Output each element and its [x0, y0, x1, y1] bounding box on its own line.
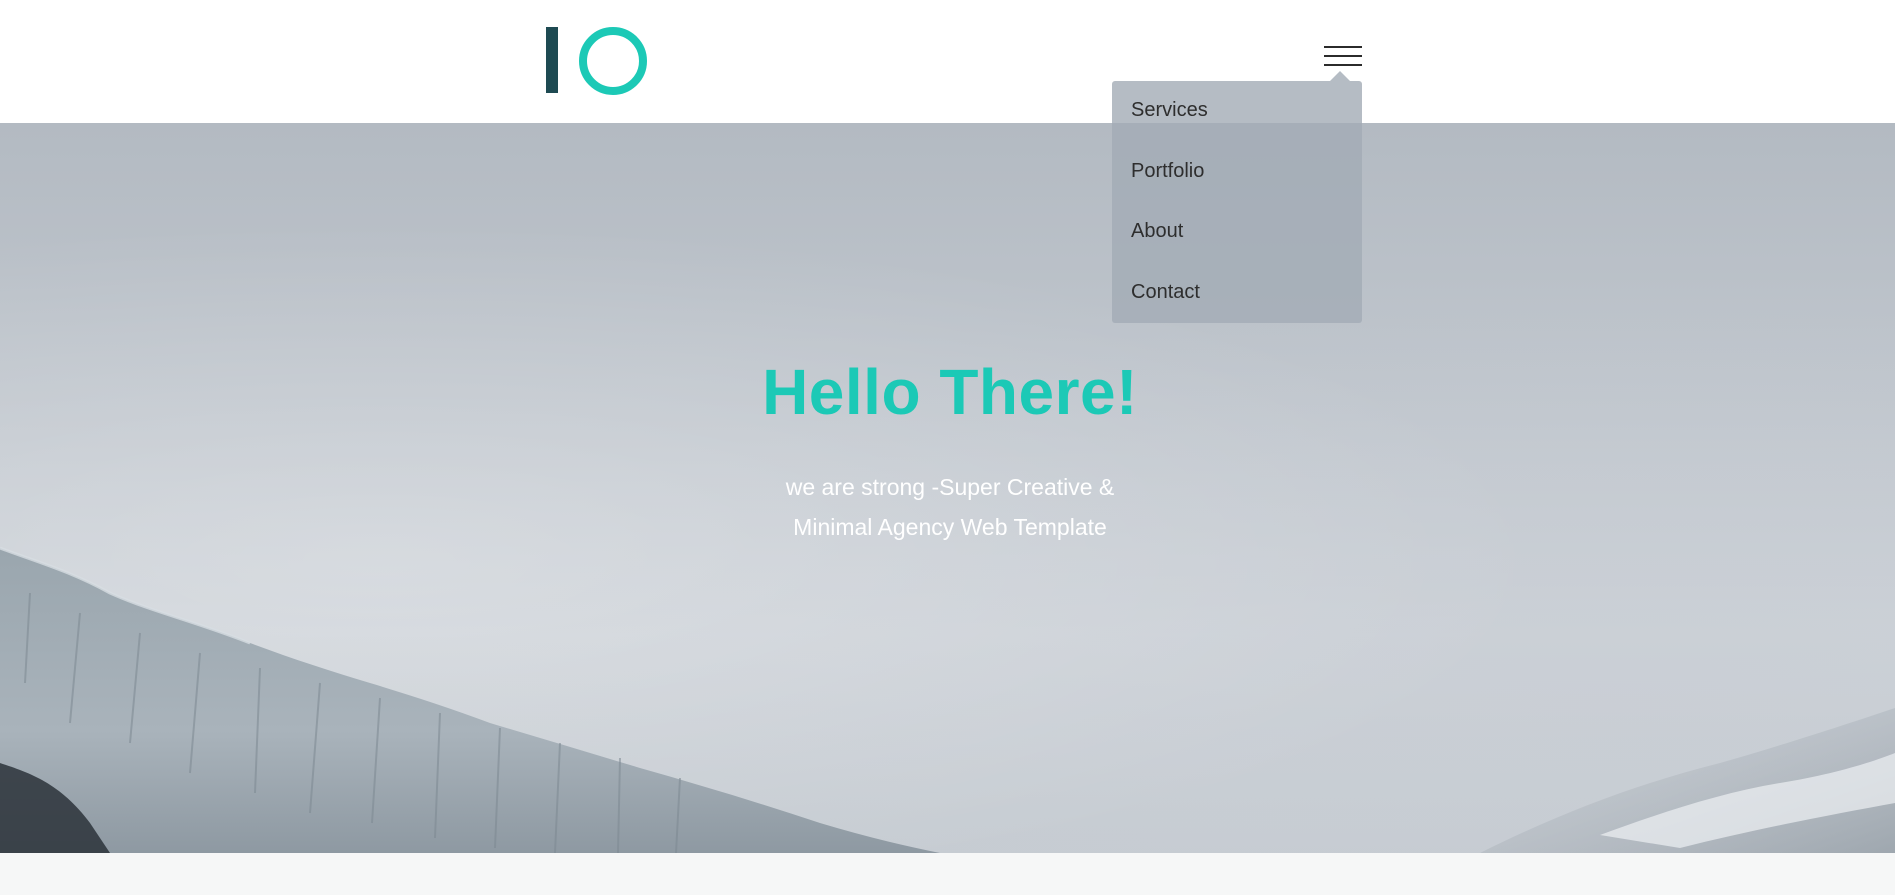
- hero-subtitle-line: we are strong -Super Creative &: [785, 474, 1115, 500]
- nav-item-services[interactable]: Services: [1131, 99, 1208, 122]
- site-header: [0, 0, 1895, 123]
- hamburger-line: [1324, 46, 1362, 48]
- nav-item-contact[interactable]: Contact: [1131, 281, 1200, 304]
- hero-subtitle-line: Minimal Agency Web Template: [793, 514, 1107, 540]
- logo-letter-o: [579, 27, 647, 95]
- hamburger-line: [1324, 55, 1362, 57]
- hero-title: Hello There!: [762, 356, 1138, 428]
- nav-dropdown-menu: Services Portfolio About Contact: [1112, 71, 1362, 323]
- hero-subtitle: we are strong -Super Creative & Minimal …: [0, 467, 1895, 547]
- hamburger-menu-icon[interactable]: [1324, 44, 1362, 70]
- hamburger-line: [1324, 64, 1362, 66]
- logo-letter-i: [546, 27, 558, 93]
- logo[interactable]: [546, 27, 647, 95]
- hero-section: Hello There! we are strong -Super Creati…: [0, 123, 1895, 853]
- nav-item-about[interactable]: About: [1131, 220, 1183, 243]
- next-section-strip: [0, 853, 1895, 895]
- nav-item-portfolio[interactable]: Portfolio: [1131, 160, 1204, 183]
